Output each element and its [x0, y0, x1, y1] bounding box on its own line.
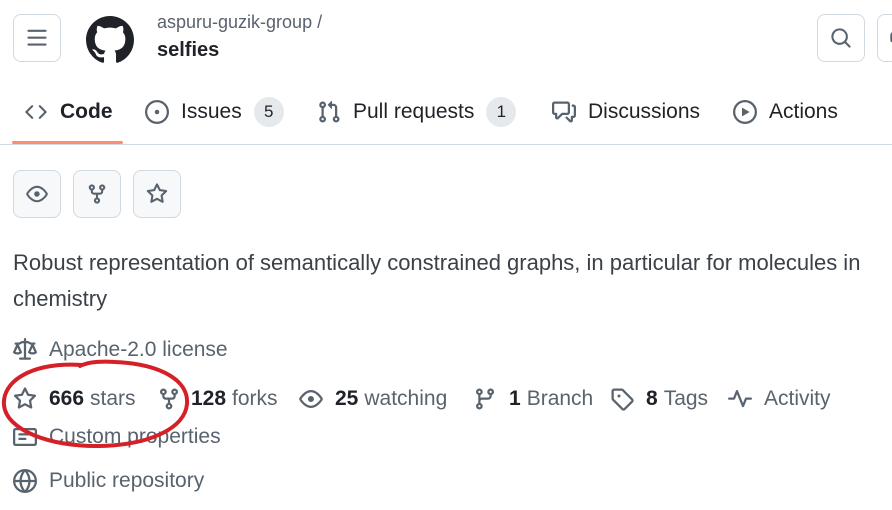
eye-icon — [26, 185, 48, 203]
custom-properties-label: Custom properties — [49, 425, 221, 448]
repo-name-link[interactable]: selfies — [157, 39, 219, 62]
watchers-link[interactable]: 25 watching — [299, 382, 447, 416]
visibility-info: Public repository — [13, 469, 204, 493]
copilot-button[interactable] — [877, 14, 892, 62]
activity-link[interactable]: Activity — [728, 382, 831, 416]
visibility-label: Public repository — [49, 469, 205, 492]
tab-code-label: Code — [60, 100, 113, 123]
stars-link[interactable]: 666 stars — [13, 382, 136, 416]
issues-counter: 5 — [253, 97, 284, 127]
repo-header: aspuru-guzik-group / selfies — [0, 0, 892, 80]
repo-tabs: Code Issues 5 Pull requests 1 Discussion… — [0, 80, 892, 145]
watch-button[interactable] — [13, 170, 61, 218]
globe-icon — [13, 469, 37, 493]
fork-icon — [88, 184, 106, 204]
star-icon — [146, 183, 168, 203]
stars-label: stars — [90, 387, 136, 410]
tab-discussions-label: Discussions — [588, 100, 701, 123]
star-icon — [13, 387, 37, 411]
watching-count: 25 — [335, 387, 359, 410]
search-icon — [831, 28, 851, 48]
note-icon — [13, 425, 37, 449]
fork-button[interactable] — [73, 170, 121, 218]
forks-link[interactable]: 128 forks — [157, 382, 278, 416]
copilot-icon — [890, 32, 892, 43]
repo-stats: 666 stars 128 forks 25 watching 1 Branch… — [13, 382, 892, 416]
tab-actions[interactable]: Actions — [733, 80, 838, 144]
play-icon — [733, 100, 757, 124]
code-icon — [24, 100, 48, 124]
license-link[interactable]: Apache-2.0 license — [13, 338, 228, 362]
issue-icon — [145, 100, 169, 124]
branch-count: 1 — [509, 387, 521, 410]
active-tab-underline — [12, 141, 123, 144]
repo-description: Robust representation of semantically co… — [13, 250, 861, 311]
tags-count: 8 — [646, 387, 658, 410]
github-logo-icon[interactable] — [86, 16, 134, 64]
watching-label: watching — [364, 387, 448, 410]
branches-link[interactable]: 1 Branch — [473, 382, 593, 416]
tab-issues-label: Issues — [181, 100, 242, 123]
pull-request-icon — [317, 100, 341, 124]
menu-button[interactable] — [13, 14, 61, 62]
hamburger-icon — [27, 29, 47, 46]
pulse-icon — [728, 387, 752, 411]
eye-icon — [299, 387, 323, 411]
license-label: Apache-2.0 license — [49, 338, 228, 361]
fork-icon — [157, 387, 181, 411]
branch-label: Branch — [526, 387, 594, 410]
activity-label: Activity — [764, 387, 831, 410]
forks-count: 128 — [191, 387, 227, 410]
pull-requests-counter: 1 — [486, 97, 517, 127]
forks-label: forks — [232, 387, 278, 410]
tab-discussions[interactable]: Discussions — [552, 80, 700, 144]
repo-owner-link[interactable]: aspuru-guzik-group / — [157, 12, 322, 33]
tab-code[interactable]: Code — [24, 80, 113, 144]
tab-pull-requests[interactable]: Pull requests 1 — [317, 80, 517, 144]
tags-link[interactable]: 8 Tags — [610, 382, 708, 416]
tab-issues[interactable]: Issues 5 — [145, 80, 284, 144]
custom-properties-link[interactable]: Custom properties — [13, 425, 221, 449]
tags-label: Tags — [663, 387, 709, 410]
star-button[interactable] — [133, 170, 181, 218]
discussions-icon — [552, 100, 576, 124]
law-icon — [13, 338, 37, 362]
tab-pull-requests-label: Pull requests — [353, 100, 475, 123]
git-branch-icon — [473, 387, 497, 411]
tag-icon — [610, 387, 634, 411]
search-button[interactable] — [817, 14, 865, 62]
stars-count: 666 — [49, 387, 85, 410]
tab-actions-label: Actions — [769, 100, 838, 123]
